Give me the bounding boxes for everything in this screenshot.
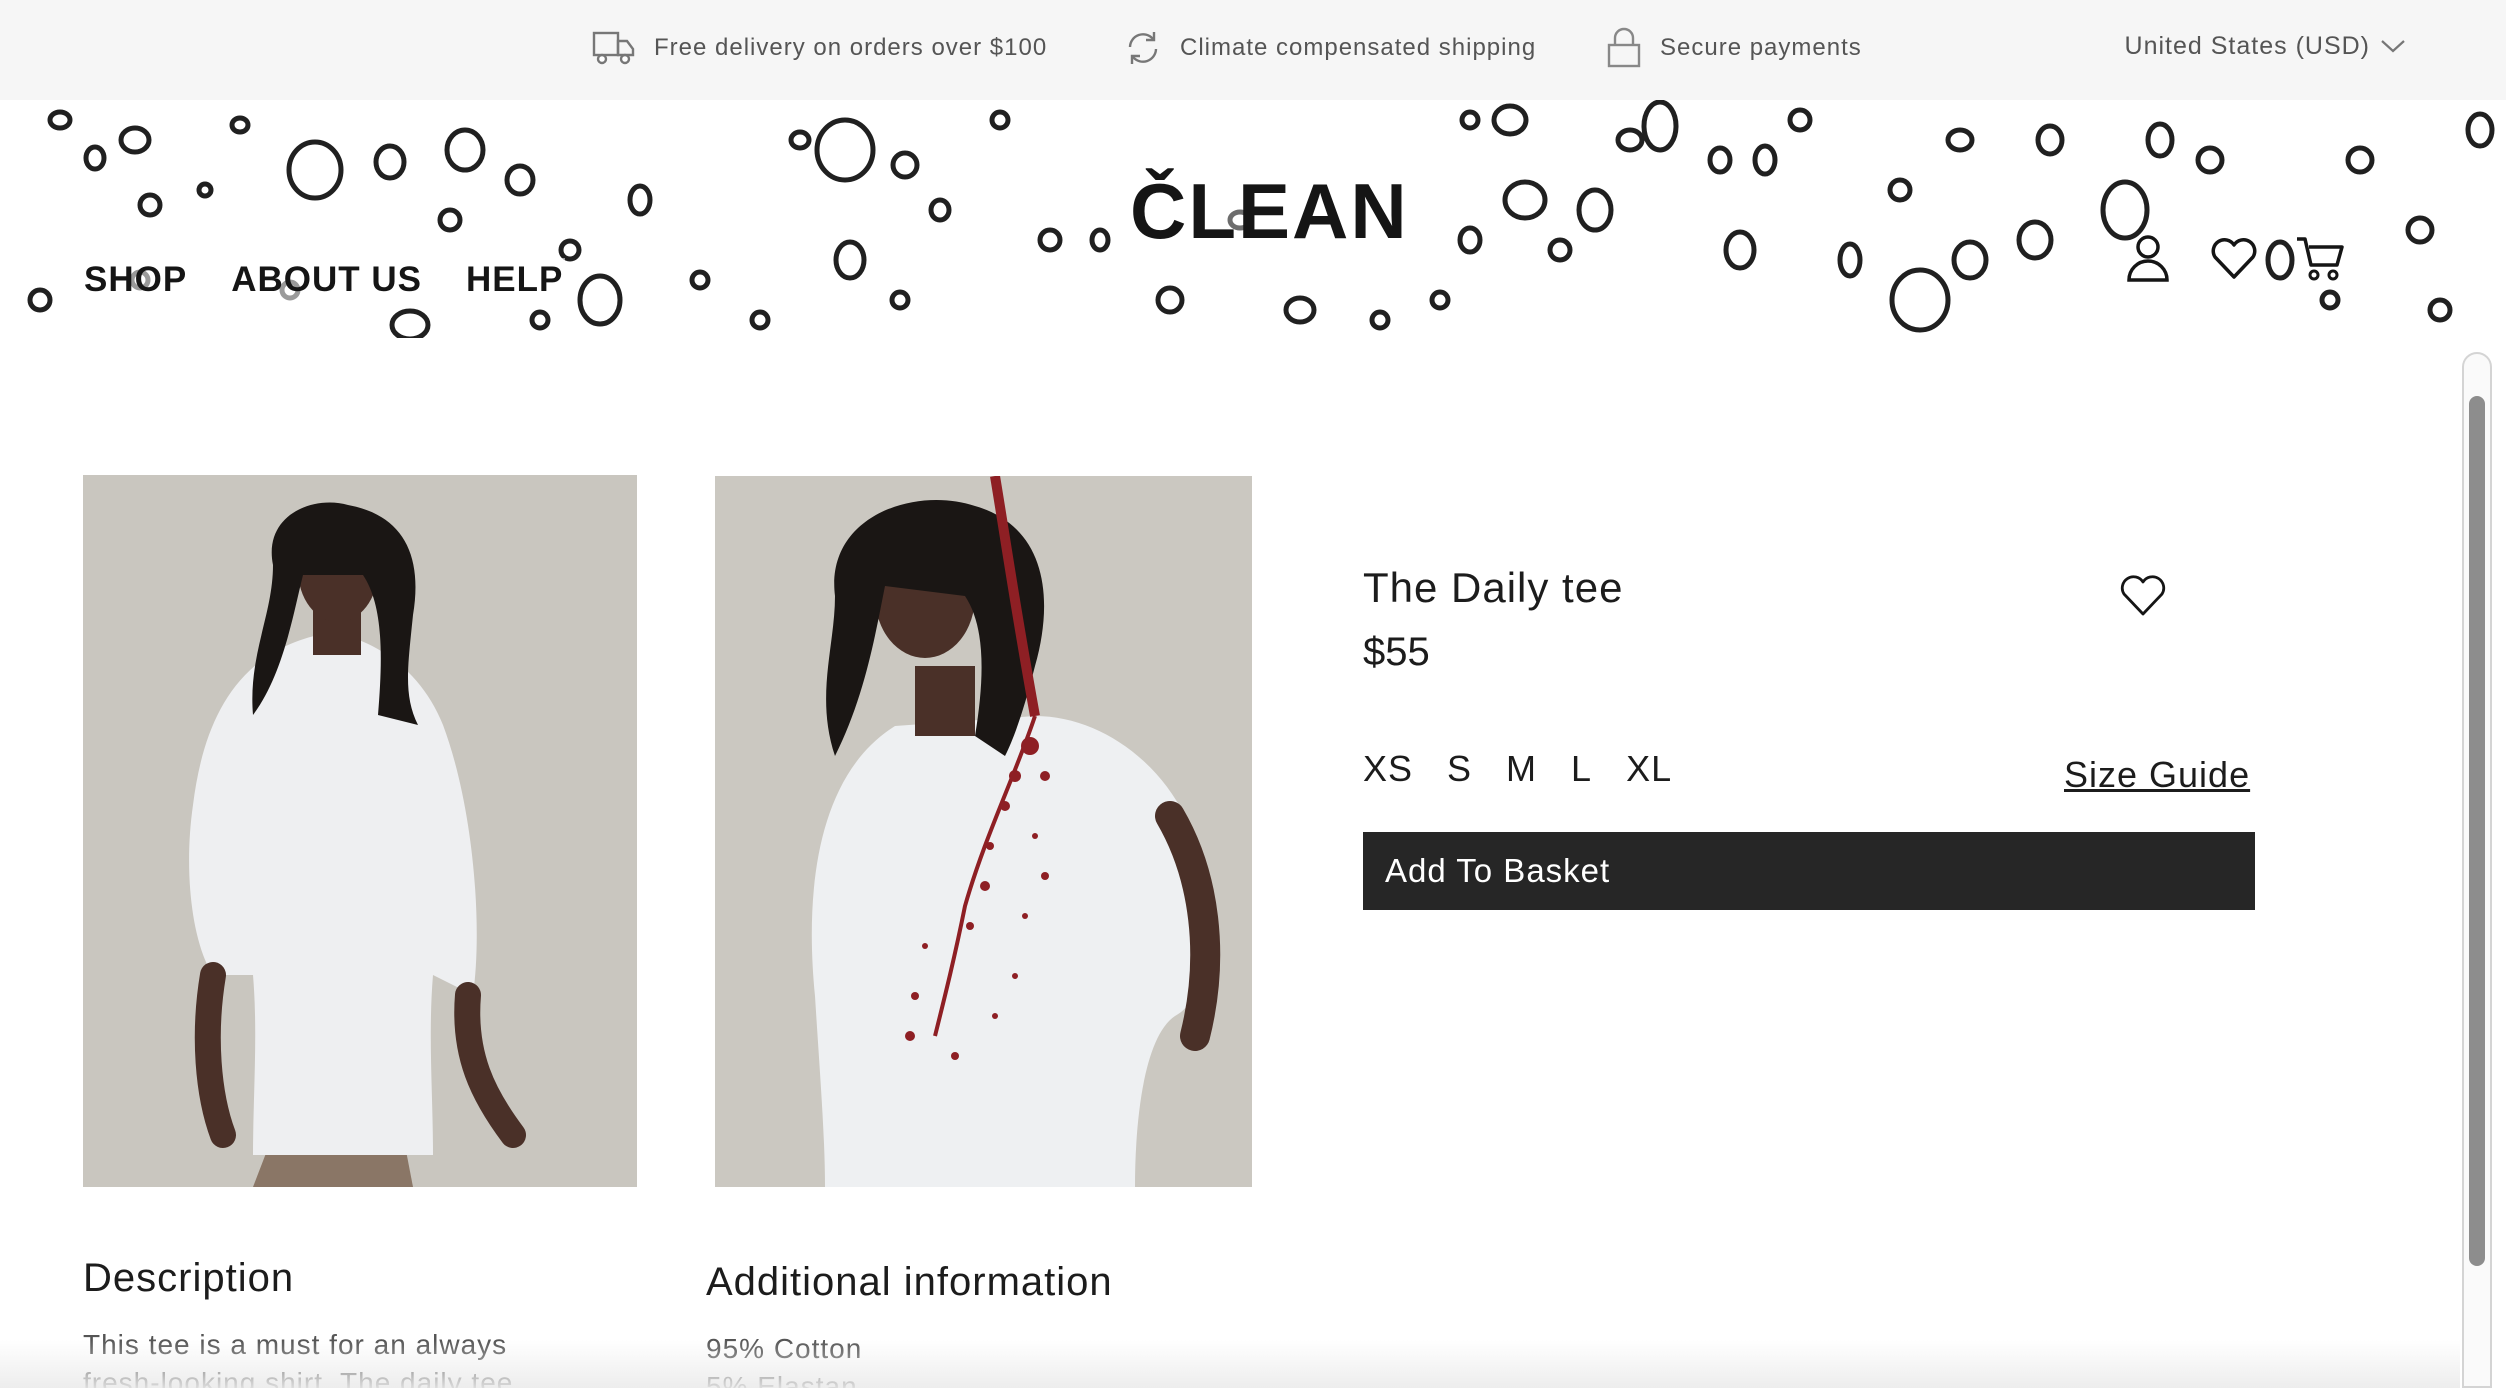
heart-icon[interactable]	[2208, 230, 2260, 286]
model-photo-front	[83, 475, 637, 1187]
nav-about-link[interactable]: ABOUT US	[229, 258, 424, 302]
size-guide-link[interactable]: Size Guide	[2064, 754, 2250, 796]
description-heading: Description	[83, 1256, 295, 1300]
size-option-xl[interactable]: XL	[1626, 748, 1672, 790]
additional-info-list: 95% Cotton 5% Elastan	[706, 1330, 862, 1388]
perk-label: Free delivery on orders over $100	[654, 34, 1048, 61]
truck-icon	[592, 29, 636, 67]
refresh-icon	[1124, 29, 1162, 67]
main-nav: SHOP ABOUT US HELP	[82, 258, 605, 302]
perk-label: Secure payments	[1660, 34, 1862, 61]
cart-icon[interactable]	[2294, 230, 2346, 286]
size-option-xs[interactable]: XS	[1363, 748, 1413, 790]
page-scrollbar[interactable]	[2462, 352, 2492, 1388]
lock-icon	[1606, 27, 1642, 69]
site-logo[interactable]: ČLEAN	[1130, 166, 1409, 257]
perk-secure-payments: Secure payments	[1606, 24, 1862, 72]
model-photo-stain	[715, 476, 1252, 1187]
perk-free-delivery: Free delivery on orders over $100	[592, 24, 1047, 72]
add-to-basket-button[interactable]: Add To Basket	[1363, 832, 2255, 910]
material-line: 95% Cotton	[706, 1333, 863, 1364]
size-selector: XS S M L XL	[1363, 748, 1706, 790]
size-option-l[interactable]: L	[1571, 748, 1592, 790]
product-title: The Daily tee	[1363, 564, 1624, 611]
nav-shop-link[interactable]: SHOP	[82, 258, 190, 302]
top-utility-bar: Free delivery on orders over $100 Climat…	[0, 0, 2506, 100]
currency-selector[interactable]: United States (USD)	[2125, 26, 2406, 66]
currency-label: United States (USD)	[2124, 31, 2370, 60]
perk-label: Climate compensated shipping	[1180, 34, 1537, 61]
description-text: This tee is a must for an always fresh-l…	[83, 1329, 514, 1388]
wishlist-heart-icon[interactable]	[2118, 570, 2168, 620]
header-icons	[2122, 230, 2346, 286]
perk-climate-shipping: Climate compensated shipping	[1124, 24, 1536, 72]
product-image-stain[interactable]	[715, 476, 1252, 1187]
product-price: $55	[1363, 630, 1430, 674]
user-icon[interactable]	[2122, 230, 2174, 286]
nav-help-link[interactable]: HELP	[463, 258, 566, 302]
site-header: SHOP ABOUT US HELP ČLEAN	[0, 100, 2506, 338]
size-option-s[interactable]: S	[1447, 748, 1472, 790]
material-line: 5% Elastan	[706, 1371, 858, 1388]
product-image-front[interactable]	[83, 475, 637, 1187]
chevron-down-icon	[2381, 40, 2405, 53]
additional-info-heading: Additional information	[706, 1260, 1113, 1304]
size-option-m[interactable]: M	[1506, 748, 1537, 790]
scrollbar-thumb[interactable]	[2469, 396, 2485, 1266]
